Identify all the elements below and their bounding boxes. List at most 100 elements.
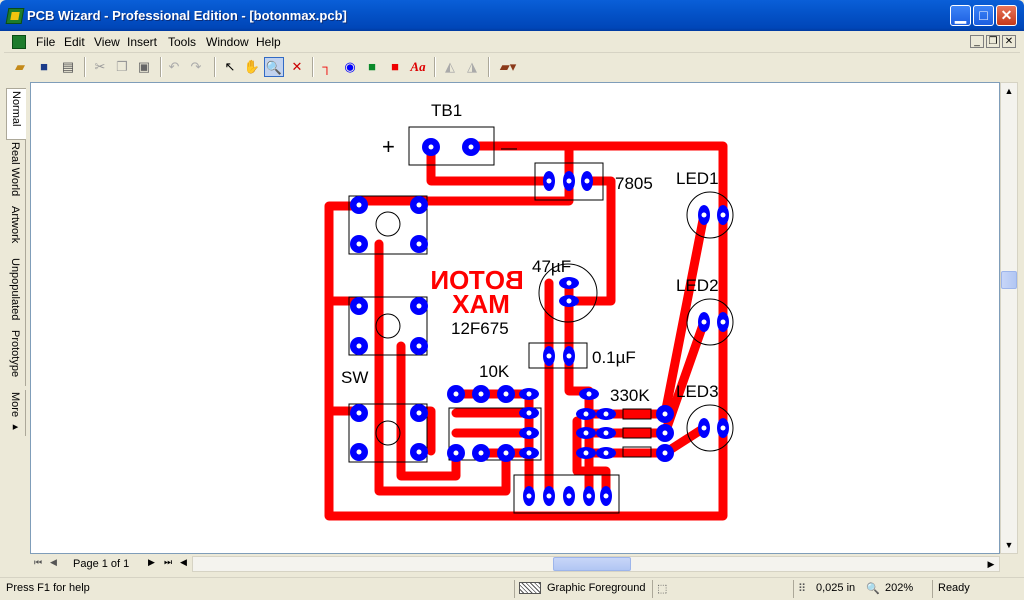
text-icon[interactable]: Aa xyxy=(408,57,428,77)
window-title: PCB Wizard - Professional Edition - [bot… xyxy=(27,8,347,23)
tab-real-world[interactable]: Real World xyxy=(6,140,26,204)
pad-hole xyxy=(566,280,572,286)
toolbar: ▰ ■ ▤ ✂ ❐ ▣ ↶ ↷ ↖ ✋ 🔍 ✕ ┐ ◉ ■ ■ Aa ◭ ◮ ▰… xyxy=(4,54,1020,80)
tab-real-world-label: Real World xyxy=(9,142,21,197)
pad-hole xyxy=(603,411,609,417)
view-tabs: Normal Real World Artwork Unpopulated Pr… xyxy=(4,84,28,554)
open-icon[interactable]: ▰ xyxy=(10,57,30,77)
pad-hole xyxy=(478,391,484,397)
pad-hole xyxy=(526,391,532,397)
scroll-left-icon[interactable]: ◀ xyxy=(180,557,187,568)
select-arrow-icon[interactable]: ↖ xyxy=(220,57,240,77)
pad-hole xyxy=(356,241,362,247)
mdi-close-button[interactable]: ✕ xyxy=(1002,35,1016,48)
status-divider xyxy=(793,580,794,598)
tab-more-label: More ▸ xyxy=(9,392,21,434)
pad-hole xyxy=(526,430,532,436)
scroll-right-icon[interactable]: ▶ xyxy=(983,556,999,572)
label-led1: LED1 xyxy=(676,169,719,188)
pcb-board[interactable]: TB1 7805 LED1 LED2 LED3 47µF 0.1µF 12F67… xyxy=(31,83,1000,554)
pad-hole xyxy=(566,353,572,359)
vertical-scrollbar[interactable]: ▲ ▼ xyxy=(1000,82,1018,554)
label-sw: SW xyxy=(341,368,368,387)
pad-hole xyxy=(546,178,552,184)
scroll-up-icon[interactable]: ▲ xyxy=(1001,83,1017,99)
tab-prototype-label: Prototype xyxy=(9,330,21,378)
label-plus: + xyxy=(382,134,395,159)
delete-icon[interactable]: ✕ xyxy=(287,57,307,77)
menu-help[interactable]: Help xyxy=(256,35,281,49)
pad-hole xyxy=(526,450,532,456)
pan-hand-icon[interactable]: ✋ xyxy=(242,57,262,77)
tab-unpopulated[interactable]: Unpopulated xyxy=(6,256,26,328)
component-dropdown-icon[interactable]: ▰▾ xyxy=(492,57,524,77)
menu-view[interactable]: View xyxy=(94,35,120,49)
pad-hole xyxy=(566,298,572,304)
pad-hole xyxy=(503,450,509,456)
first-page-icon[interactable]: ⏮ xyxy=(34,557,42,568)
document-icon[interactable] xyxy=(12,35,26,49)
pad-hole xyxy=(416,410,422,416)
last-page-icon[interactable]: ⏭ xyxy=(164,557,172,568)
pad-icon[interactable]: ◉ xyxy=(340,57,360,77)
pad-hole xyxy=(603,450,609,456)
print-icon[interactable]: ▤ xyxy=(58,57,78,77)
zoom-icon[interactable]: 🔍 xyxy=(264,57,284,77)
mirror-left-icon[interactable]: ◭ xyxy=(440,57,460,77)
cut-icon[interactable]: ✂ xyxy=(90,57,110,77)
menu-insert[interactable]: Insert xyxy=(127,35,157,49)
tab-artwork[interactable]: Artwork xyxy=(6,204,26,256)
menu-window[interactable]: Window xyxy=(206,35,249,49)
track-icon[interactable]: ┐ xyxy=(317,57,337,77)
pad-hole xyxy=(720,425,726,431)
pad-hole xyxy=(416,303,422,309)
next-page-icon[interactable]: ▶ xyxy=(148,557,155,568)
horizontal-scroll-thumb[interactable] xyxy=(553,557,631,571)
pad-hole xyxy=(583,430,589,436)
pad-hole xyxy=(583,450,589,456)
pad-hole xyxy=(526,410,532,416)
paste-icon[interactable]: ▣ xyxy=(134,57,154,77)
tab-more[interactable]: More ▸ xyxy=(6,390,26,436)
save-icon[interactable]: ■ xyxy=(34,57,54,77)
label-led3: LED3 xyxy=(676,382,719,401)
label-tb1: TB1 xyxy=(431,101,462,120)
horizontal-scrollbar[interactable]: ▶ xyxy=(192,556,1000,572)
pad-hole xyxy=(356,449,362,455)
pad-hole xyxy=(546,353,552,359)
pad-hole xyxy=(356,410,362,416)
undo-icon[interactable]: ↶ xyxy=(164,57,184,77)
mirror-right-icon[interactable]: ◮ xyxy=(462,57,482,77)
close-button[interactable]: ✕ xyxy=(996,5,1017,26)
label-330k: 330K xyxy=(610,386,650,405)
tab-normal[interactable]: Normal xyxy=(6,88,26,140)
mdi-minimize-button[interactable]: _ xyxy=(970,35,984,48)
menu-bar: File Edit View Insert Tools Window Help … xyxy=(4,31,1020,53)
tab-prototype[interactable]: Prototype xyxy=(6,328,26,386)
title-bar[interactable]: PCB Wizard - Professional Edition - [bot… xyxy=(0,0,1024,31)
menu-file[interactable]: File xyxy=(36,35,55,49)
red-block-icon[interactable]: ■ xyxy=(385,57,405,77)
copy-icon[interactable]: ❐ xyxy=(112,57,132,77)
app-icon xyxy=(5,8,25,24)
pad-hole xyxy=(586,493,592,499)
menu-edit[interactable]: Edit xyxy=(64,35,85,49)
redo-icon[interactable]: ↷ xyxy=(186,57,206,77)
pad-hole xyxy=(583,411,589,417)
pad-hole xyxy=(662,411,668,417)
scroll-down-icon[interactable]: ▼ xyxy=(1001,537,1017,553)
copper-area-icon[interactable]: ■ xyxy=(362,57,382,77)
maximize-button[interactable]: □ xyxy=(973,5,994,26)
prev-page-icon[interactable]: ◀ xyxy=(50,557,57,568)
minimize-button[interactable]: ▁ xyxy=(950,5,971,26)
pcb-canvas[interactable]: TB1 7805 LED1 LED2 LED3 47µF 0.1µF 12F67… xyxy=(30,82,1000,554)
status-divider xyxy=(514,580,515,598)
pad-hole xyxy=(701,319,707,325)
vertical-scroll-thumb[interactable] xyxy=(1001,271,1017,289)
pad-hole xyxy=(356,303,362,309)
menu-tools[interactable]: Tools xyxy=(168,35,196,49)
mdi-restore-button[interactable]: ❐ xyxy=(986,35,1000,48)
status-layer: Graphic Foreground xyxy=(547,582,646,594)
mirrored-text-max: MAX xyxy=(451,289,509,319)
label-led2: LED2 xyxy=(676,276,719,295)
